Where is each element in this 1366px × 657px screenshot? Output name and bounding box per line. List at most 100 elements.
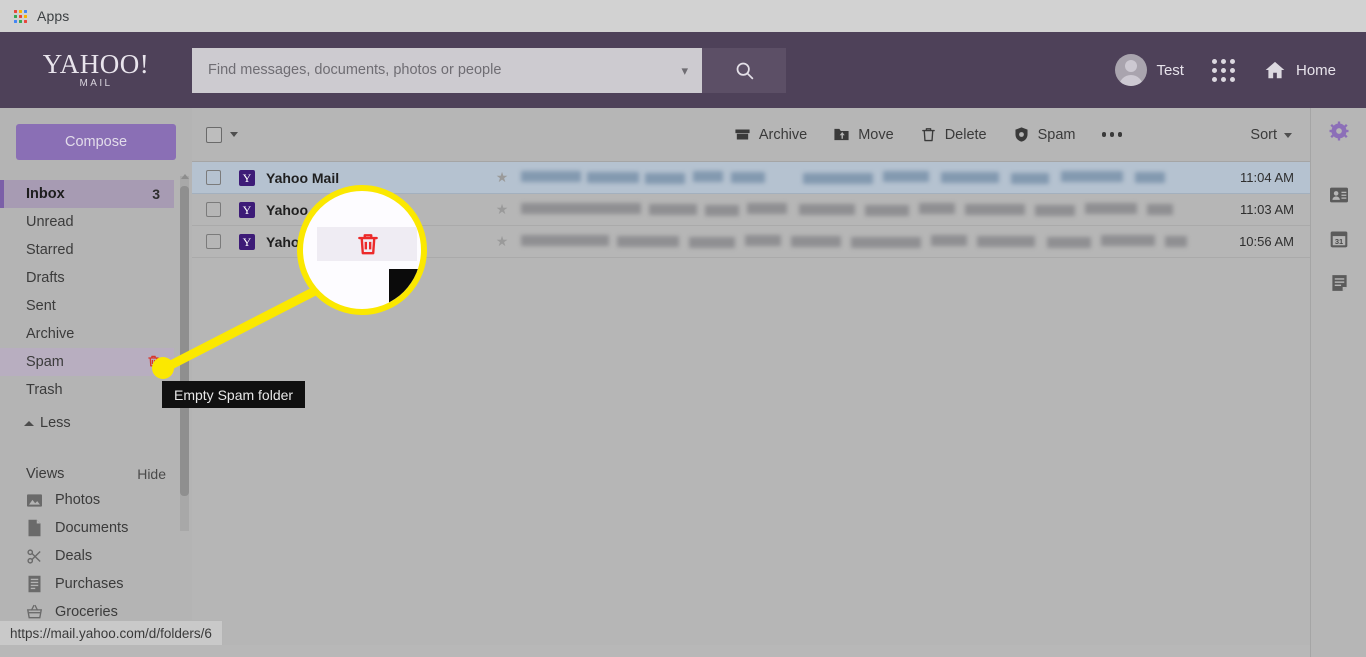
sidebar-view-documents[interactable]: Documents xyxy=(0,514,192,542)
magnifier-callout xyxy=(297,185,427,315)
redaction-bar xyxy=(747,202,787,214)
redaction-bar xyxy=(883,170,929,182)
view-label: Documents xyxy=(55,520,129,536)
message-subject-redacted xyxy=(513,226,1202,258)
redaction-bar xyxy=(851,236,921,248)
sidebar-folder-trash[interactable]: Trash xyxy=(0,376,174,404)
views-hide-button[interactable]: Hide xyxy=(137,466,166,482)
calendar-day-number: 31 xyxy=(1335,237,1343,246)
view-label: Purchases xyxy=(55,576,124,592)
message-subject-redacted xyxy=(513,162,1202,194)
message-checkbox[interactable] xyxy=(206,202,221,217)
logo-subtitle: MAIL xyxy=(79,78,113,89)
redaction-bar xyxy=(1135,171,1165,183)
home-button[interactable]: Home xyxy=(1253,53,1346,87)
search-field-wrapper[interactable]: ▾ xyxy=(192,47,702,93)
document-icon xyxy=(26,519,43,537)
redaction-bar xyxy=(587,171,639,183)
archive-button[interactable]: Archive xyxy=(734,126,807,143)
move-folder-icon xyxy=(833,126,850,143)
redaction-bar xyxy=(941,171,999,183)
folder-list: Inbox 3 Unread Starred Drafts Sent Archive Spam… xyxy=(0,180,192,404)
sort-dropdown[interactable]: Sort xyxy=(1250,108,1292,162)
sidebar-folder-sent[interactable]: Sent xyxy=(0,292,174,320)
sidebar-folder-inbox[interactable]: Inbox 3 xyxy=(0,180,174,208)
spam-button[interactable]: Spam xyxy=(1013,126,1076,143)
star-icon[interactable]: ★ xyxy=(491,233,513,250)
star-icon[interactable]: ★ xyxy=(491,201,513,218)
empty-spam-trash-icon[interactable] xyxy=(147,354,160,370)
contacts-icon[interactable] xyxy=(1328,184,1350,206)
apps-grid-icon[interactable] xyxy=(14,9,27,23)
sidebar-folder-drafts[interactable]: Drafts xyxy=(0,264,174,292)
sidebar-folder-starred[interactable]: Starred xyxy=(0,236,174,264)
redaction-bar xyxy=(1101,234,1155,246)
compose-button[interactable]: Compose xyxy=(16,124,176,160)
header-right-group: Test Home xyxy=(1105,48,1366,92)
view-label: Groceries xyxy=(55,604,118,620)
apps-grid-icon xyxy=(1211,58,1235,82)
apps-bookmark-label[interactable]: Apps xyxy=(37,8,69,24)
search-icon xyxy=(736,62,753,79)
apps-launcher-button[interactable] xyxy=(1202,53,1245,88)
search-button[interactable] xyxy=(702,47,786,93)
views-list: Photos Documents Deals Purchases Groceries xyxy=(0,486,192,626)
search-bar: ▾ xyxy=(192,47,786,93)
sidebar-less-toggle[interactable]: Less xyxy=(0,410,192,436)
view-label: Photos xyxy=(55,492,101,508)
redaction-bar xyxy=(791,235,841,247)
more-horizontal-icon[interactable] xyxy=(1101,132,1122,137)
scroll-up-arrow-icon[interactable] xyxy=(181,174,189,179)
redaction-bar xyxy=(1165,235,1187,247)
sidebar-view-purchases[interactable]: Purchases xyxy=(0,570,192,598)
redaction-bar xyxy=(521,234,609,246)
message-checkbox[interactable] xyxy=(206,234,221,249)
folder-unread-count: 3 xyxy=(152,186,160,202)
home-icon xyxy=(1265,61,1285,79)
spam-label: Spam xyxy=(1037,126,1076,143)
folder-label: Drafts xyxy=(26,270,65,286)
calendar-icon[interactable]: 31 xyxy=(1328,228,1350,250)
message-checkbox[interactable] xyxy=(206,170,221,185)
user-name-label: Test xyxy=(1156,61,1184,79)
sidebar-folder-archive[interactable]: Archive xyxy=(0,320,174,348)
message-timestamp: 11:03 AM xyxy=(1240,202,1294,217)
browser-bookmark-bar: Apps xyxy=(0,0,1366,33)
home-label: Home xyxy=(1295,61,1336,79)
redaction-bar xyxy=(919,202,955,214)
trash-icon xyxy=(920,126,937,143)
folder-label: Archive xyxy=(26,326,75,342)
redaction-bar xyxy=(965,203,1025,215)
sidebar-view-photos[interactable]: Photos xyxy=(0,486,192,514)
delete-label: Delete xyxy=(944,126,987,143)
redaction-bar xyxy=(931,234,967,246)
status-url: https://mail.yahoo.com/d/folders/6 xyxy=(10,625,212,641)
views-section-header: Views Hide xyxy=(0,462,192,486)
gear-icon[interactable] xyxy=(1328,120,1350,142)
views-title: Views xyxy=(26,466,65,482)
yahoo-avatar-icon: Y xyxy=(239,201,255,218)
logo-wordmark: YAHOO! xyxy=(42,49,150,79)
chevron-down-icon[interactable] xyxy=(230,132,238,137)
star-icon[interactable]: ★ xyxy=(491,169,513,186)
yahoo-mail-logo[interactable]: YAHOO! MAIL xyxy=(0,49,192,90)
chevron-down-icon[interactable]: ▾ xyxy=(673,64,688,77)
redaction-bar xyxy=(521,170,581,182)
chevron-down-icon xyxy=(1284,132,1292,138)
move-button[interactable]: Move xyxy=(833,126,894,143)
less-label: Less xyxy=(40,415,71,431)
sidebar-view-deals[interactable]: Deals xyxy=(0,542,192,570)
sort-label: Sort xyxy=(1250,127,1277,143)
sidebar: Compose Inbox 3 Unread Starred Drafts Sent Arc… xyxy=(0,108,192,645)
delete-button[interactable]: Delete xyxy=(920,126,987,143)
basket-icon xyxy=(26,604,43,621)
notepad-icon[interactable] xyxy=(1328,272,1350,294)
spam-shield-icon xyxy=(1013,126,1030,143)
sidebar-folder-spam[interactable]: Spam xyxy=(0,348,174,376)
user-account-button[interactable]: Test xyxy=(1105,48,1194,92)
search-input[interactable] xyxy=(206,61,674,79)
select-all-control[interactable] xyxy=(206,126,238,143)
sidebar-scrollbar-thumb[interactable] xyxy=(180,186,189,496)
select-all-checkbox[interactable] xyxy=(206,126,222,143)
sidebar-folder-unread[interactable]: Unread xyxy=(0,208,174,236)
